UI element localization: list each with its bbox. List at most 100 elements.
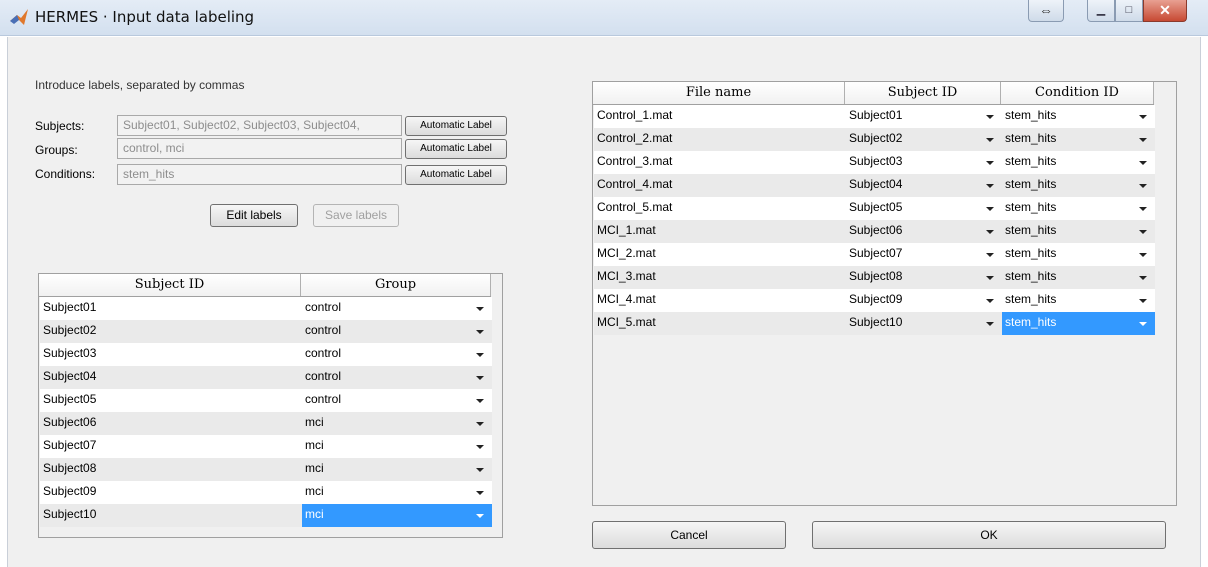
group-dropdown[interactable]: mci <box>302 458 492 481</box>
subject-id-cell[interactable]: Subject07 <box>40 435 302 458</box>
subject-id-cell[interactable]: Subject08 <box>40 458 302 481</box>
chevron-down-icon[interactable] <box>1139 184 1147 188</box>
save-labels-button[interactable]: Save labels <box>313 204 399 227</box>
group-dropdown[interactable]: mci <box>302 435 492 458</box>
group-dropdown[interactable]: control <box>302 366 492 389</box>
subject-id-dropdown[interactable]: Subject04 <box>846 174 1002 197</box>
subjects-automatic-label-button[interactable]: Automatic Label <box>405 116 507 136</box>
chevron-down-icon[interactable] <box>986 299 994 303</box>
subject-id-cell[interactable]: Subject09 <box>40 481 302 504</box>
condition-id-dropdown[interactable]: stem_hits <box>1002 105 1155 128</box>
group-dropdown[interactable]: mci <box>302 412 492 435</box>
subject-id-cell[interactable]: Subject02 <box>40 320 302 343</box>
condition-id-dropdown[interactable]: stem_hits <box>1002 243 1155 266</box>
chevron-down-icon[interactable] <box>1139 322 1147 326</box>
file-name-cell[interactable]: MCI_1.mat <box>594 220 846 243</box>
file-name-column-header[interactable]: File name <box>593 82 845 104</box>
subject-id-dropdown[interactable]: Subject01 <box>846 105 1002 128</box>
condition-id-dropdown[interactable]: stem_hits <box>1002 312 1155 335</box>
condition-id-dropdown[interactable]: stem_hits <box>1002 289 1155 312</box>
group-value: mci <box>305 484 324 498</box>
chevron-down-icon[interactable] <box>1139 299 1147 303</box>
file-name-cell[interactable]: MCI_4.mat <box>594 289 846 312</box>
subject-id-column-header[interactable]: Subject ID <box>845 82 1001 104</box>
chevron-down-icon[interactable] <box>1139 161 1147 165</box>
conditions-field[interactable]: stem_hits <box>117 164 402 185</box>
ok-button[interactable]: OK <box>812 521 1166 549</box>
group-dropdown[interactable]: control <box>302 343 492 366</box>
chevron-down-icon[interactable] <box>476 468 484 472</box>
chevron-down-icon[interactable] <box>476 353 484 357</box>
chevron-down-icon[interactable] <box>986 322 994 326</box>
subject-id-dropdown[interactable]: Subject05 <box>846 197 1002 220</box>
edit-labels-button[interactable]: Edit labels <box>210 204 298 227</box>
chevron-down-icon[interactable] <box>476 376 484 380</box>
chevron-down-icon[interactable] <box>986 161 994 165</box>
groups-automatic-label-button[interactable]: Automatic Label <box>405 139 507 159</box>
chevron-down-icon[interactable] <box>1139 230 1147 234</box>
subject-id-cell[interactable]: Subject04 <box>40 366 302 389</box>
chevron-down-icon[interactable] <box>986 253 994 257</box>
condition-id-column-header[interactable]: Condition ID <box>1001 82 1154 104</box>
chevron-down-icon[interactable] <box>986 207 994 211</box>
chevron-down-icon[interactable] <box>1139 138 1147 142</box>
chevron-down-icon[interactable] <box>1139 207 1147 211</box>
subject-id-cell[interactable]: Subject05 <box>40 389 302 412</box>
group-dropdown[interactable]: control <box>302 320 492 343</box>
group-dropdown[interactable]: mci <box>302 504 492 527</box>
subject-id-column-header[interactable]: Subject ID <box>39 274 301 296</box>
condition-id-dropdown[interactable]: stem_hits <box>1002 128 1155 151</box>
chevron-down-icon[interactable] <box>1139 115 1147 119</box>
subjects-field[interactable]: Subject01, Subject02, Subject03, Subject… <box>117 115 402 136</box>
file-name-cell[interactable]: MCI_3.mat <box>594 266 846 289</box>
file-name-cell[interactable]: Control_5.mat <box>594 197 846 220</box>
subject-id-dropdown[interactable]: Subject09 <box>846 289 1002 312</box>
conditions-automatic-label-button[interactable]: Automatic Label <box>405 165 507 185</box>
chevron-down-icon[interactable] <box>986 184 994 188</box>
subject-id-dropdown[interactable]: Subject07 <box>846 243 1002 266</box>
condition-id-dropdown[interactable]: stem_hits <box>1002 266 1155 289</box>
subject-id-cell[interactable]: Subject03 <box>40 343 302 366</box>
chevron-down-icon[interactable] <box>476 307 484 311</box>
chevron-down-icon[interactable] <box>476 399 484 403</box>
chevron-down-icon[interactable] <box>986 276 994 280</box>
condition-id-dropdown[interactable]: stem_hits <box>1002 197 1155 220</box>
chevron-down-icon[interactable] <box>476 330 484 334</box>
subject-id-cell[interactable]: Subject01 <box>40 297 302 320</box>
file-name-cell[interactable]: MCI_2.mat <box>594 243 846 266</box>
group-dropdown[interactable]: control <box>302 389 492 412</box>
condition-id-dropdown[interactable]: stem_hits <box>1002 151 1155 174</box>
subject-id-cell[interactable]: Subject06 <box>40 412 302 435</box>
group-column-header[interactable]: Group <box>301 274 491 296</box>
subject-id-dropdown[interactable]: Subject03 <box>846 151 1002 174</box>
file-name-cell[interactable]: Control_4.mat <box>594 174 846 197</box>
groups-field[interactable]: control, mci <box>117 138 402 159</box>
file-name-cell[interactable]: Control_2.mat <box>594 128 846 151</box>
chevron-down-icon[interactable] <box>1139 276 1147 280</box>
subject-id-dropdown[interactable]: Subject08 <box>846 266 1002 289</box>
group-dropdown[interactable]: mci <box>302 481 492 504</box>
cancel-button[interactable]: Cancel <box>592 521 786 549</box>
chevron-down-icon[interactable] <box>986 115 994 119</box>
chevron-down-icon[interactable] <box>476 445 484 449</box>
condition-id-dropdown[interactable]: stem_hits <box>1002 220 1155 243</box>
chevron-down-icon[interactable] <box>986 138 994 142</box>
subject-id-cell[interactable]: Subject10 <box>40 504 302 527</box>
chevron-down-icon[interactable] <box>986 230 994 234</box>
subject-id-dropdown[interactable]: Subject10 <box>846 312 1002 335</box>
chevron-down-icon[interactable] <box>1139 253 1147 257</box>
group-dropdown[interactable]: control <box>302 297 492 320</box>
subject-id-dropdown[interactable]: Subject06 <box>846 220 1002 243</box>
condition-id-dropdown[interactable]: stem_hits <box>1002 174 1155 197</box>
chevron-down-icon[interactable] <box>476 491 484 495</box>
chevron-down-icon[interactable] <box>476 422 484 426</box>
chevron-down-icon[interactable] <box>476 514 484 518</box>
dock-toggle-icon[interactable]: ⇔ <box>1028 0 1064 22</box>
minimize-icon[interactable]: ▁ <box>1087 0 1115 22</box>
close-icon[interactable]: ✕ <box>1143 0 1187 22</box>
file-name-cell[interactable]: Control_3.mat <box>594 151 846 174</box>
file-name-cell[interactable]: Control_1.mat <box>594 105 846 128</box>
file-name-cell[interactable]: MCI_5.mat <box>594 312 846 335</box>
maximize-icon[interactable]: □ <box>1115 0 1143 22</box>
subject-id-dropdown[interactable]: Subject02 <box>846 128 1002 151</box>
